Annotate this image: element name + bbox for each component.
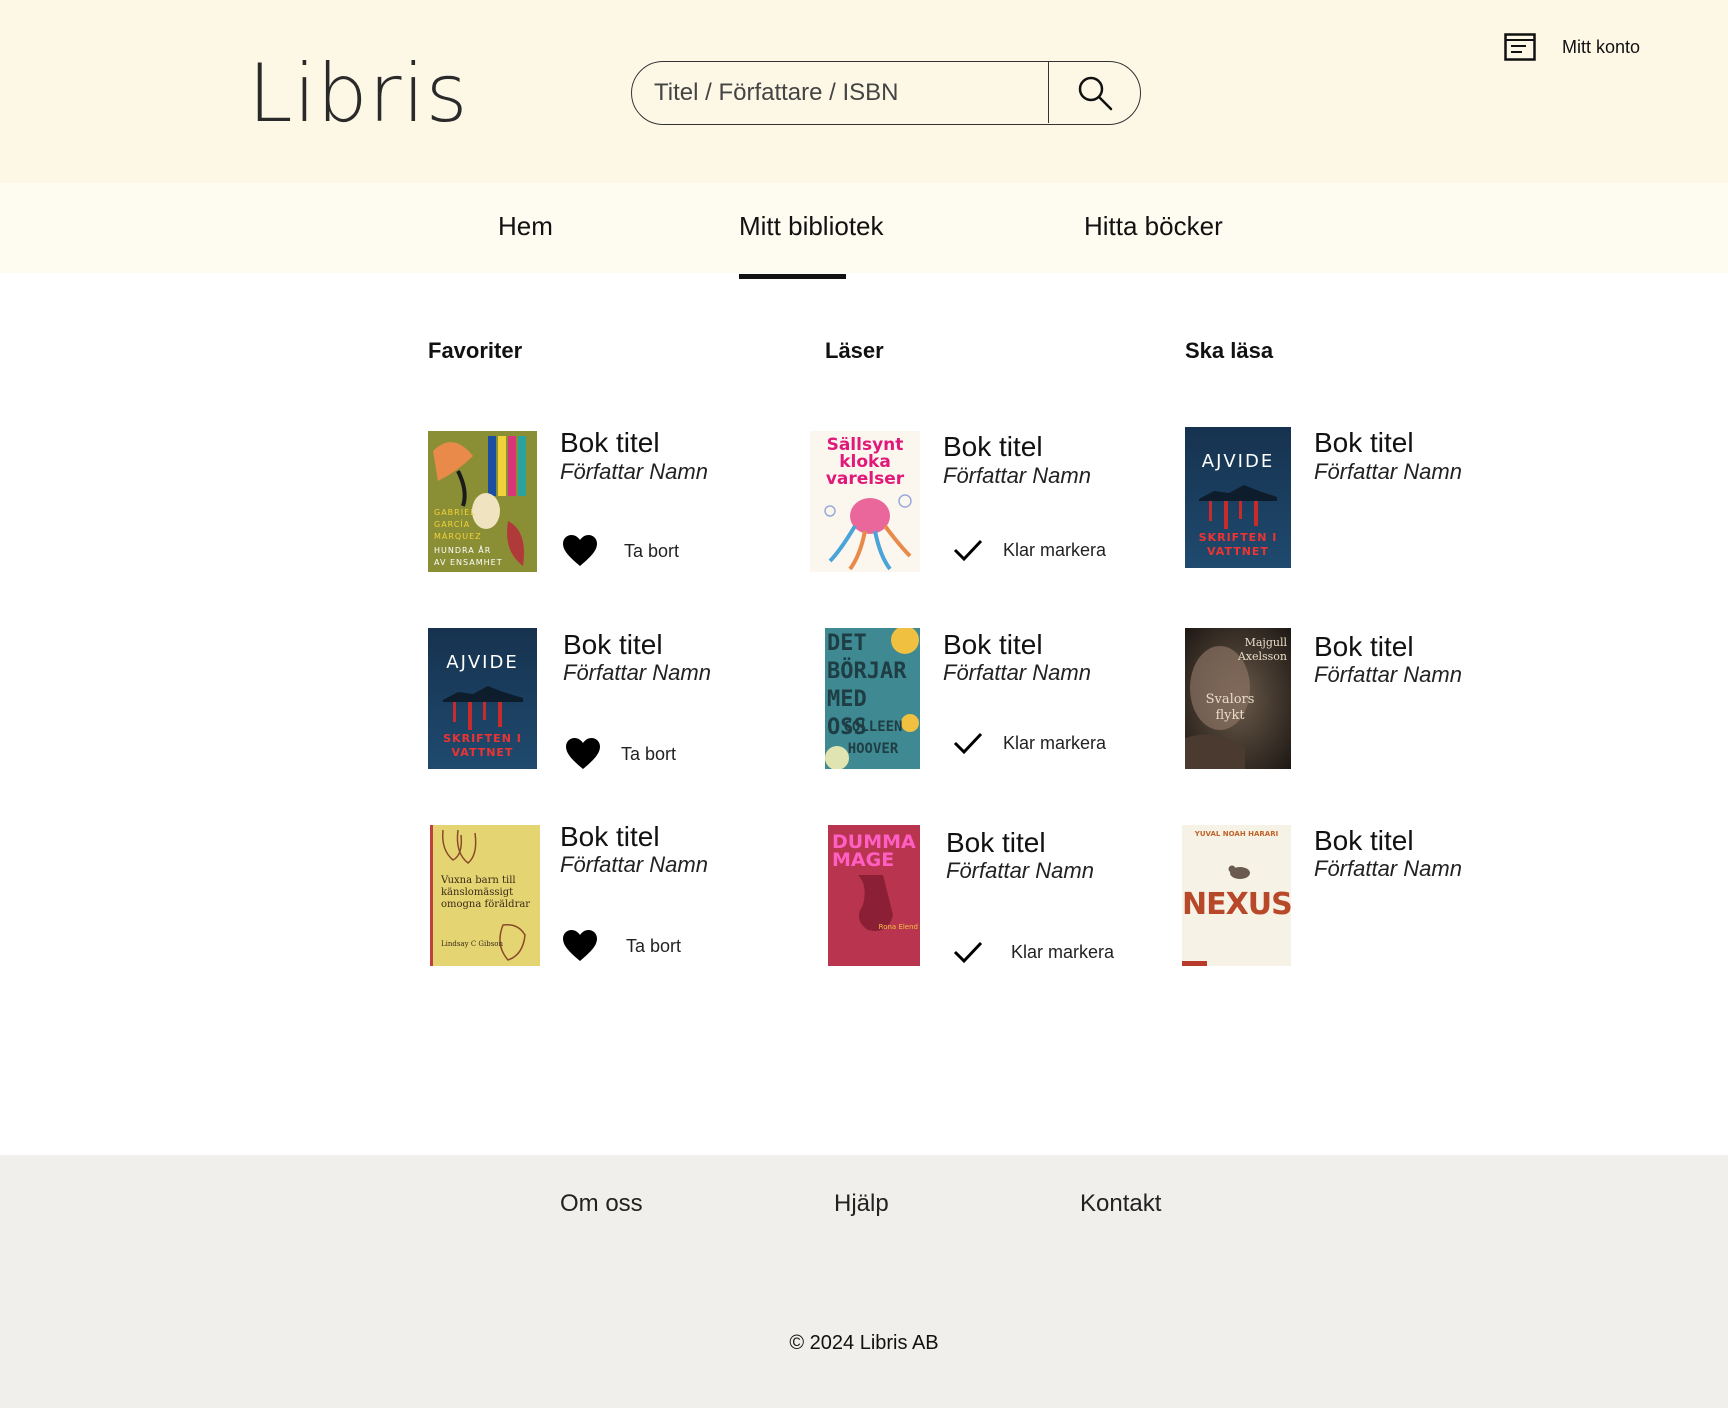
- footer-link-hjalp[interactable]: Hjälp: [834, 1190, 889, 1218]
- book-author: Författar Namn: [563, 660, 711, 685]
- mark-finished-button[interactable]: Klar markera: [953, 731, 1106, 755]
- book-author: Författar Namn: [1314, 662, 1462, 687]
- action-label: Klar markera: [1011, 941, 1115, 962]
- cover-title: DUMMA MAGE: [832, 831, 916, 871]
- cover-title: HUNDRA ÅR AV ENSAMHET: [434, 546, 503, 567]
- checkmark-icon: [953, 539, 983, 562]
- book-title[interactable]: Bok titel: [1314, 631, 1414, 663]
- remove-favorite-button[interactable]: Ta bort: [565, 737, 676, 771]
- book-title[interactable]: Bok titel: [1314, 825, 1414, 857]
- cover-author: Lindsay C Gibson: [441, 940, 504, 948]
- cover-author: GABRIEL GARCÍA MÁRQUEZ: [434, 508, 482, 541]
- book-author: Författar Namn: [560, 852, 708, 877]
- heart-icon: [566, 738, 600, 769]
- cover-title: Svalors flykt: [1205, 692, 1255, 723]
- cover-title: SKRIFTEN I VATTNET: [443, 732, 522, 759]
- book-cover[interactable]: Majgull Axelsson Svalors flykt: [1185, 628, 1291, 769]
- book-title[interactable]: Bok titel: [943, 629, 1043, 661]
- book-title[interactable]: Bok titel: [560, 427, 660, 459]
- cover-author: Majgull Axelsson: [1237, 636, 1287, 663]
- column-heading-laser: Läser: [825, 338, 884, 363]
- book-author: Författar Namn: [943, 660, 1091, 685]
- cover-author: AJVIDE: [446, 652, 519, 673]
- book-title[interactable]: Bok titel: [563, 629, 663, 661]
- cover-title: NEXUS: [1182, 887, 1291, 922]
- book-author: Författar Namn: [1314, 856, 1462, 881]
- account-label: Mitt konto: [1562, 36, 1641, 57]
- nav-item-label: Mitt bibliotek: [739, 211, 884, 241]
- book-cover[interactable]: Vuxna barn till känslomässigt omogna för…: [430, 825, 540, 966]
- cover-author: Rona Elend: [878, 923, 918, 931]
- heart-icon: [563, 535, 597, 566]
- footer-link-kontakt[interactable]: Kontakt: [1080, 1190, 1161, 1218]
- copyright: © 2024 Libris AB: [789, 1332, 939, 1354]
- remove-favorite-button[interactable]: Ta bort: [562, 534, 679, 568]
- action-label: Ta bort: [624, 540, 680, 561]
- search-icon: [1078, 76, 1112, 110]
- heart-icon: [563, 930, 597, 961]
- search-bar: [631, 61, 1141, 125]
- book-cover[interactable]: YUVAL NOAH HARARI NEXUS: [1182, 825, 1291, 966]
- cover-author: COLLEEN HOOVER: [843, 719, 903, 757]
- search-button[interactable]: [1048, 62, 1140, 123]
- column-heading-favoriter: Favoriter: [428, 338, 523, 363]
- account-card-icon: [1504, 33, 1536, 61]
- account-link[interactable]: Mitt konto: [1504, 33, 1640, 61]
- site-header: Libris Mitt konto: [0, 0, 1728, 183]
- cover-title: Sällsynt kloka varelser: [825, 435, 905, 489]
- checkmark-icon: [953, 732, 983, 755]
- book-cover[interactable]: AJVIDE SKRIFTEN I VATTNET: [1185, 427, 1291, 568]
- checkmark-icon: [953, 941, 983, 964]
- action-label: Ta bort: [621, 743, 677, 764]
- book-author: Författar Namn: [943, 463, 1091, 488]
- book-cover[interactable]: DUMMA MAGE Rona Elend: [828, 825, 920, 966]
- book-author: Författar Namn: [946, 858, 1094, 883]
- logo[interactable]: Libris: [248, 44, 468, 144]
- cover-author: YUVAL NOAH HARARI: [1194, 830, 1279, 838]
- active-tab-underline: [739, 274, 846, 279]
- mark-finished-button[interactable]: Klar markera: [953, 940, 1114, 964]
- book-author: Författar Namn: [560, 459, 708, 484]
- search-input[interactable]: [654, 62, 1034, 123]
- nav-item-mitt-bibliotek[interactable]: Mitt bibliotek: [739, 210, 884, 279]
- cover-author: AJVIDE: [1201, 451, 1275, 472]
- action-label: Ta bort: [626, 935, 682, 956]
- book-title[interactable]: Bok titel: [1314, 427, 1414, 459]
- action-label: Klar markera: [1003, 732, 1107, 753]
- nav-item-hitta-bocker[interactable]: Hitta böcker: [1084, 210, 1223, 242]
- main-nav: Hem Mitt bibliotek Hitta böcker: [0, 183, 1728, 279]
- action-label: Klar markera: [1003, 539, 1107, 560]
- nav-item-hem[interactable]: Hem: [498, 210, 553, 242]
- cover-title: Vuxna barn till känslomässigt omogna för…: [441, 875, 531, 910]
- cover-title: SKRIFTEN I VATTNET: [1198, 531, 1278, 558]
- footer-link-om-oss[interactable]: Om oss: [560, 1190, 643, 1218]
- book-author: Författar Namn: [1314, 459, 1462, 484]
- book-cover[interactable]: GABRIEL GARCÍA MÁRQUEZ HUNDRA ÅR AV ENSA…: [428, 431, 537, 572]
- book-cover[interactable]: AJVIDE SKRIFTEN I VATTNET: [428, 628, 537, 769]
- book-title[interactable]: Bok titel: [560, 821, 660, 853]
- book-cover[interactable]: Sällsynt kloka varelser: [810, 431, 920, 572]
- book-title[interactable]: Bok titel: [943, 431, 1043, 463]
- column-heading-ska-lasa: Ska läsa: [1185, 338, 1274, 363]
- mark-finished-button[interactable]: Klar markera: [953, 538, 1106, 562]
- book-cover[interactable]: DET BÖRJAR MED OSS COLLEEN HOOVER: [825, 628, 920, 769]
- remove-favorite-button[interactable]: Ta bort: [562, 929, 681, 963]
- book-title[interactable]: Bok titel: [946, 827, 1046, 859]
